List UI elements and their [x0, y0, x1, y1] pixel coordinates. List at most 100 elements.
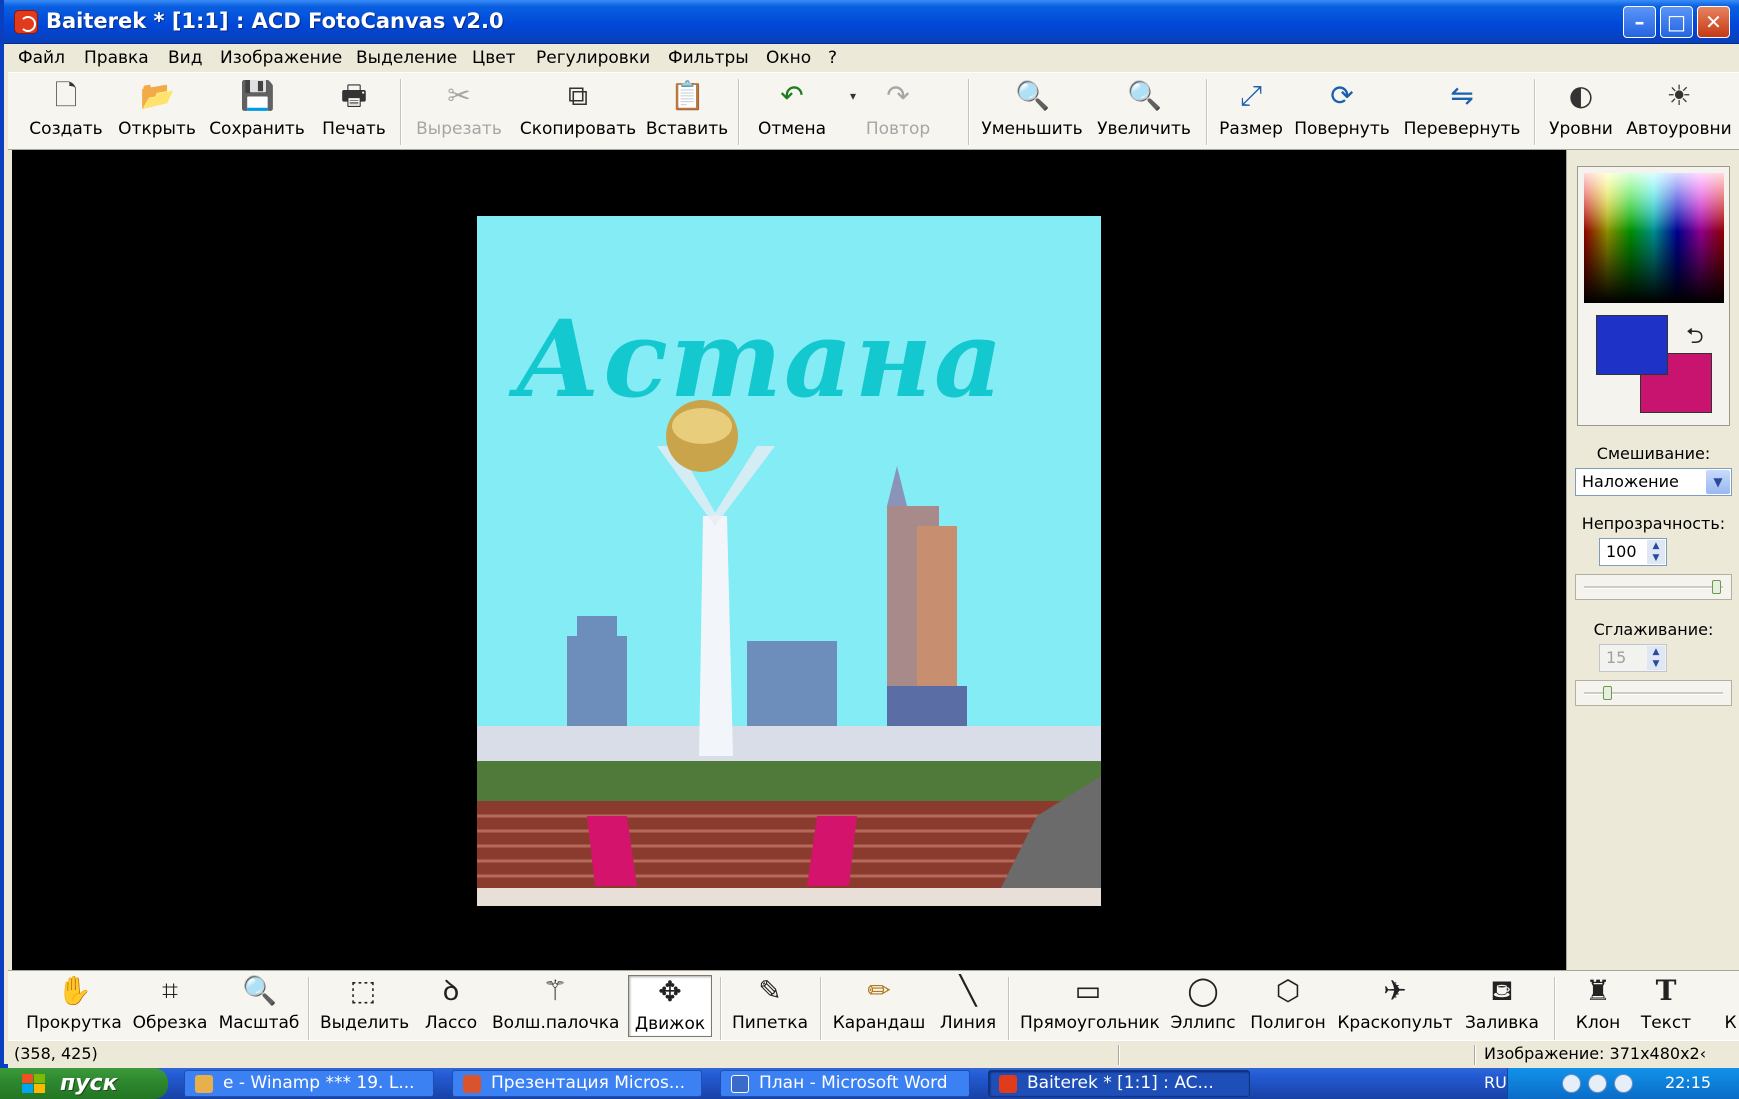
tool-line[interactable]: ╲ Линия [936, 975, 1000, 1037]
toolbar-separator [1534, 79, 1536, 145]
undo-dropdown[interactable]: ▾ [836, 79, 856, 147]
resize-label: Размер [1219, 119, 1283, 139]
paste-button[interactable]: 📋 Вставить [644, 79, 730, 147]
tool-text-label: Текст [1640, 1013, 1692, 1033]
tool-magic-wand[interactable]: ⚚ Волш.палочка [492, 975, 619, 1037]
menu-filters[interactable]: Фильтры [662, 46, 755, 70]
flip-button[interactable]: ⇋ Перевернуть [1400, 79, 1524, 147]
smoothing-slider-thumb[interactable] [1603, 686, 1613, 700]
menu-image[interactable]: Изображение [214, 46, 348, 70]
tool-more-label: К [1724, 1013, 1737, 1033]
color-spectrum[interactable] [1584, 173, 1724, 303]
menu-file[interactable]: Файл [12, 46, 71, 70]
tool-pencil[interactable]: ✏ Карандаш [830, 975, 928, 1037]
auto-levels-button[interactable]: ☀ Автоуровни [1624, 79, 1734, 147]
tool-clone[interactable]: ♜ Клон [1568, 975, 1628, 1037]
start-button[interactable]: пуск [0, 1068, 168, 1099]
info-icon[interactable] [1588, 1074, 1607, 1093]
task-word[interactable]: План - Microsoft Word [720, 1070, 970, 1097]
rotate-button[interactable]: ⟳ Повернуть [1292, 79, 1392, 147]
tool-lasso[interactable]: ꝺ Лассо [422, 975, 480, 1037]
close-button[interactable]: ✕ [1697, 6, 1730, 38]
image-canvas[interactable]: Астана [12, 150, 1566, 970]
tool-select[interactable]: ⬚ Выделить [320, 975, 409, 1037]
title-bar[interactable]: Baiterek * [1:1] : ACD FotoCanvas v2.0 –… [4, 0, 1739, 44]
swap-colors-icon[interactable]: ⮌ [1686, 319, 1704, 357]
zoom-in-button[interactable]: 🔍 Увеличить [1092, 79, 1196, 147]
tool-airbrush[interactable]: ✈ Краскопульт [1336, 975, 1454, 1037]
print-button[interactable]: 🖶 Печать [314, 79, 394, 147]
menu-adjustments[interactable]: Регулировки [530, 46, 656, 70]
blend-label: Смешивание: [1596, 444, 1711, 463]
tool-polygon-label: Полигон [1250, 1013, 1326, 1033]
app-icon[interactable] [14, 10, 38, 34]
task-winamp[interactable]: e - Winamp *** 19. L... [184, 1070, 434, 1097]
tools-bar: ✋ Прокрутка ⌗ Обрезка 🔍 Масштаб ⬚ Выдели… [8, 970, 1739, 1043]
blend-mode-value: Наложение [1582, 472, 1679, 491]
tool-crop-label: Обрезка [132, 1013, 208, 1033]
menu-view[interactable]: Вид [162, 46, 208, 70]
color-panel: ⮌ Смешивание: Наложение ▼ Непрозрачность… [1566, 150, 1739, 970]
menu-edit[interactable]: Правка [78, 46, 155, 70]
menu-window[interactable]: Окно [760, 46, 817, 70]
tool-crop[interactable]: ⌗ Обрезка [132, 975, 208, 1037]
fotocanvas-icon [999, 1075, 1017, 1093]
smoothing-slider[interactable] [1575, 680, 1732, 706]
spin-arrows-icon[interactable]: ▲ ▼ [1647, 646, 1665, 670]
undo-button[interactable]: ↶ Отмена [752, 79, 832, 147]
redo-button[interactable]: ↷ Повтор [858, 79, 938, 147]
tool-ellipse[interactable]: ◯ Эллипс [1168, 975, 1238, 1037]
pencil-icon: ✏ [867, 974, 891, 1007]
smoothing-stepper[interactable]: 15 ▲ ▼ [1599, 644, 1667, 672]
menu-selection[interactable]: Выделение [350, 46, 463, 70]
new-document-icon: 🗋 [54, 79, 78, 112]
menu-color[interactable]: Цвет [466, 46, 522, 70]
color-picker[interactable]: ⮌ [1577, 166, 1730, 426]
tool-polygon[interactable]: ⬡ Полигон [1248, 975, 1328, 1037]
open-button[interactable]: 📂 Открыть [114, 79, 200, 147]
task-fotocanvas[interactable]: Baiterek * [1:1] : AC... [988, 1070, 1250, 1097]
toolbar-separator [738, 79, 740, 145]
tool-rectangle[interactable]: ▭ Прямоугольник [1020, 975, 1160, 1037]
tool-eyedropper[interactable]: ✎ Пипетка [728, 975, 812, 1037]
cursor-coordinates: (358, 425) [14, 1044, 98, 1063]
status-bar: (358, 425) Изображение: 371x480x2‹ [8, 1040, 1739, 1068]
minimize-button[interactable]: – [1623, 6, 1656, 38]
tool-zoom[interactable]: 🔍 Масштаб [218, 975, 300, 1037]
resize-button[interactable]: ⤢ Размер [1214, 79, 1288, 147]
back-arrow-icon[interactable] [1562, 1074, 1581, 1093]
chevron-down-icon[interactable]: ▼ [1706, 470, 1730, 494]
zoom-out-button[interactable]: 🔍 Уменьшить [980, 79, 1084, 147]
tool-fill[interactable]: ⛾ Заливка [1462, 975, 1542, 1037]
cut-icon: ✂ [447, 79, 471, 112]
spin-arrows-icon[interactable]: ▲ ▼ [1647, 540, 1665, 564]
toolbar-separator [1008, 977, 1010, 1043]
save-button[interactable]: 💾 Сохранить [208, 79, 306, 147]
menu-bar: Файл Правка Вид Изображение Выделение Цв… [8, 44, 1739, 72]
tool-scroll[interactable]: ✋ Прокрутка [24, 975, 124, 1037]
paste-icon: 📋 [670, 79, 705, 112]
menu-help[interactable]: ? [822, 46, 843, 70]
create-button[interactable]: 🗋 Создать [26, 79, 106, 147]
opacity-stepper[interactable]: 100 ▲ ▼ [1599, 538, 1667, 566]
opacity-slider[interactable] [1575, 574, 1732, 600]
levels-button[interactable]: ◐ Уровни [1544, 79, 1618, 147]
blend-mode-select[interactable]: Наложение ▼ [1575, 468, 1732, 496]
photo-baiterek[interactable]: Астана [477, 216, 1101, 906]
opacity-slider-thumb[interactable] [1712, 580, 1721, 594]
ellipse-icon: ◯ [1187, 974, 1219, 1007]
tool-move[interactable]: ✥ Движок [628, 975, 712, 1037]
powerpoint-icon [463, 1075, 481, 1093]
maximize-button[interactable]: □ [1660, 6, 1693, 38]
copy-button[interactable]: ⧉ Скопировать [512, 79, 644, 147]
tool-move-label: Движок [634, 1014, 706, 1034]
tool-text[interactable]: T Текст [1634, 975, 1698, 1037]
tool-more[interactable]: К [1722, 975, 1739, 1037]
foreground-color-swatch[interactable] [1596, 315, 1668, 375]
network-icon[interactable] [1614, 1074, 1633, 1093]
tool-pencil-label: Карандаш [832, 1013, 926, 1033]
levels-icon: ◐ [1568, 79, 1594, 112]
task-powerpoint[interactable]: Презентация Micros... [452, 1070, 702, 1097]
cut-button[interactable]: ✂ Вырезать [412, 79, 506, 147]
language-indicator[interactable]: RU [1484, 1073, 1507, 1092]
